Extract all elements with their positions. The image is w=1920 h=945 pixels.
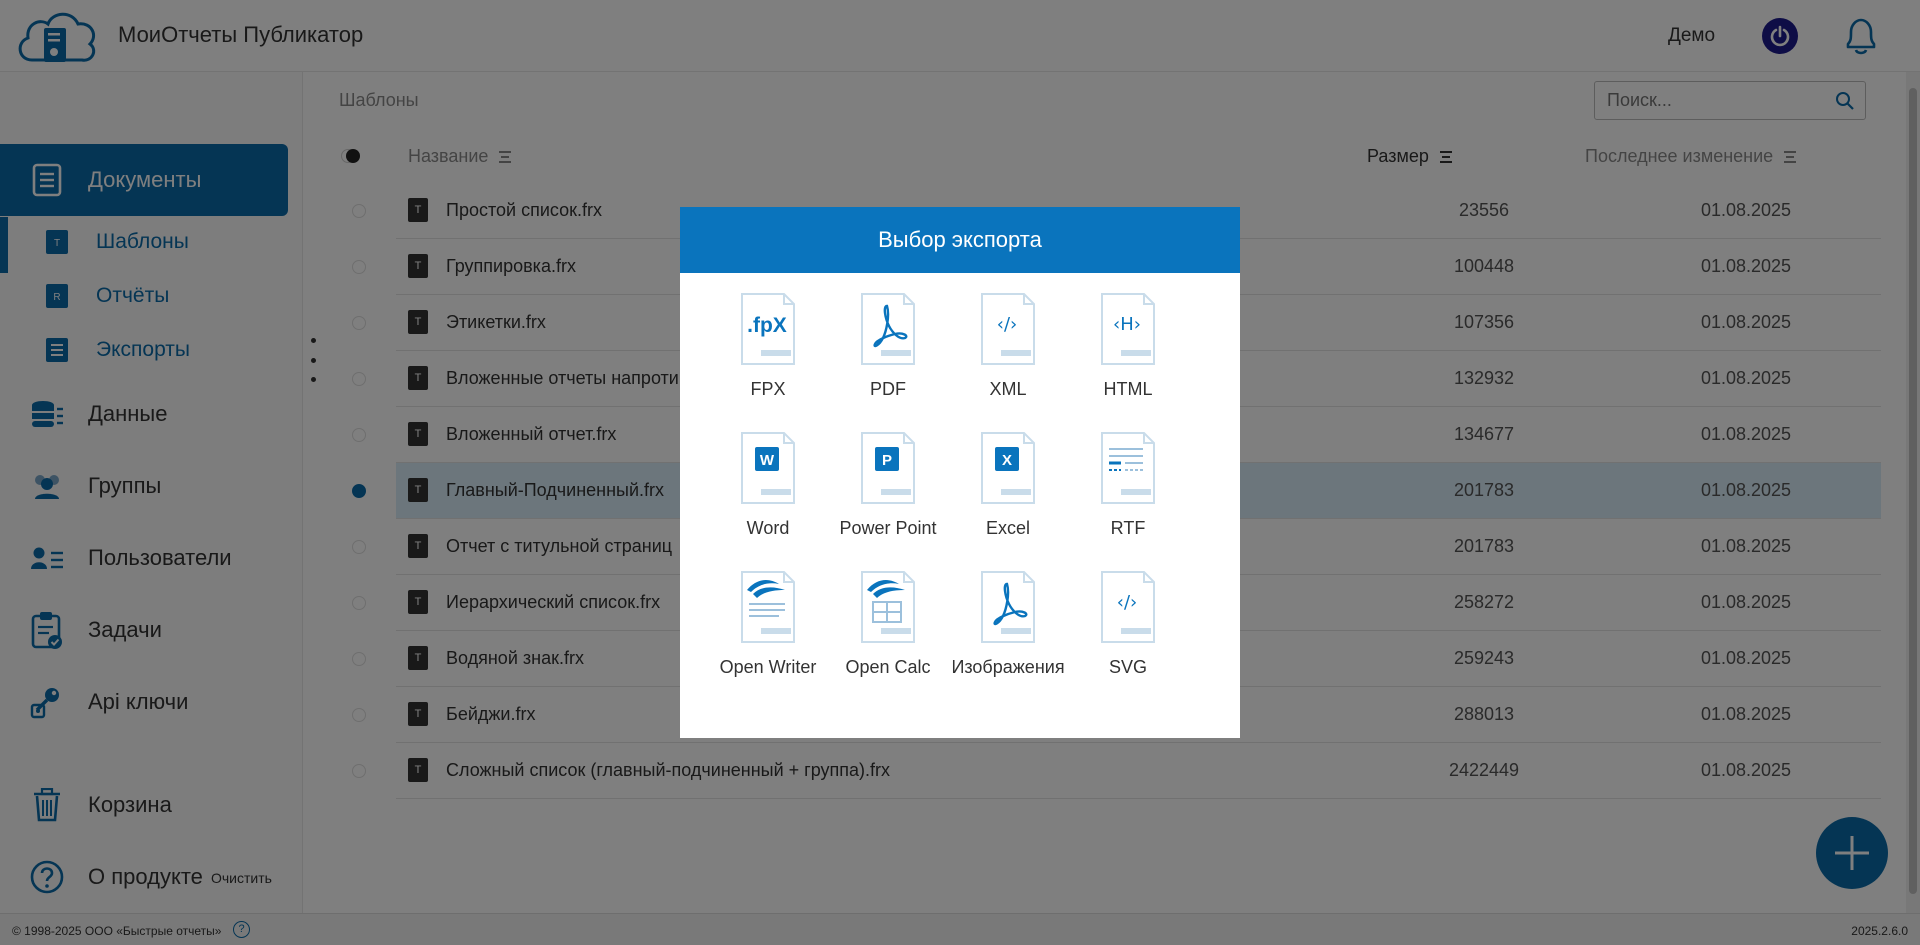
export-option-rtf[interactable]: RTF [1061,431,1181,551]
svg-text:W: W [760,452,775,469]
export-option-word[interactable]: W Word [701,431,821,551]
export-option-label: Изображения [951,657,1065,677]
dialog-title: Выбор экспорта [680,207,1240,273]
export-option-label: XML [989,379,1027,399]
svg-text:‹/›: ‹/› [1117,592,1137,613]
export-option-html[interactable]: ‹H› HTML [1061,292,1181,412]
export-option-изображения[interactable]: Изображения [941,570,1065,690]
export-option-power-point[interactable]: P Power Point [821,431,941,551]
open-writer-icon [741,571,795,643]
powerpoint-icon: P [861,432,915,504]
export-option-open-calc[interactable]: Open Calc [821,570,941,690]
svg-text:‹/›: ‹/› [997,314,1017,335]
export-option-excel[interactable]: X Excel [941,431,1061,551]
fpx-icon: .fpX [741,293,795,365]
export-option-label: PDF [870,379,906,399]
open-calc-icon [861,571,915,643]
svg-icon: ‹/› [1101,571,1155,643]
html-icon: ‹H› [1101,293,1155,365]
export-option-fpx[interactable]: .fpX FPX [701,292,821,412]
export-option-open-writer[interactable]: Open Writer [701,570,821,690]
export-option-label: Open Writer [719,657,817,677]
svg-text:‹H›: ‹H› [1113,314,1141,335]
svg-text:P: P [882,452,892,469]
export-option-label: SVG [1108,657,1147,677]
rtf-icon [1101,432,1155,504]
excel-icon: X [981,432,1035,504]
export-option-xml[interactable]: ‹/› XML [941,292,1061,412]
word-icon: W [741,432,795,504]
export-option-label: RTF [1110,518,1146,538]
svg-text:.fpX: .fpX [747,314,787,337]
export-dialog: Выбор экспорта .fpX FPX PDF ‹/› XML ‹H› HTML W W… [680,207,1240,738]
export-option-label: FPX [750,379,786,399]
export-option-label: Excel [985,518,1030,538]
image-icon [981,571,1035,643]
svg-text:X: X [1002,452,1012,469]
export-option-label: HTML [1103,379,1153,399]
xml-icon: ‹/› [981,293,1035,365]
export-option-label: Word [746,518,790,538]
export-option-label: Power Point [839,518,937,538]
export-option-pdf[interactable]: PDF [821,292,941,412]
export-option-label: Open Calc [845,657,931,677]
export-option-svg[interactable]: ‹/› SVG [1061,570,1181,690]
pdf-icon [861,293,915,365]
